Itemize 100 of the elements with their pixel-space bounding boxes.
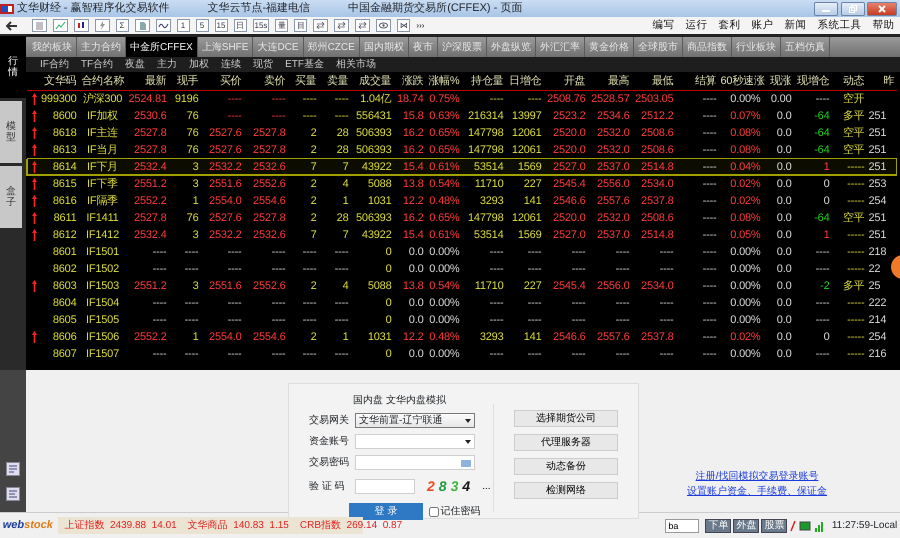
column-header[interactable]: 现手 [168, 72, 200, 90]
menu-item[interactable]: 编写 [652, 18, 674, 34]
menu-item[interactable]: 帮助 [872, 18, 894, 34]
table-cell: 0.75% [426, 90, 462, 107]
minimize-button[interactable] [814, 2, 838, 16]
toolbar-button[interactable]: Σ [116, 19, 128, 32]
column-header[interactable]: 最高 [588, 72, 632, 90]
side-button[interactable]: 检测网络 [514, 482, 618, 499]
side-tab[interactable]: 盒子 [0, 166, 22, 228]
table-cell: 12.2 [394, 328, 426, 345]
market-tab[interactable]: 中金所CFFEX [126, 37, 198, 57]
remember-checkbox[interactable] [428, 506, 438, 516]
login-mode-text: 国内盘 文华内盘模拟 [353, 394, 447, 408]
toolbar-button[interactable]: 1 [176, 19, 190, 32]
checkbox-label[interactable]: 记住密码 [440, 504, 480, 519]
restore-button[interactable] [840, 2, 864, 16]
up-arrow-icon [32, 212, 36, 224]
list-icon[interactable] [6, 462, 20, 476]
column-header[interactable]: 昨 [866, 72, 896, 90]
table-cell: 2551.6 [200, 175, 244, 192]
toolbar-button[interactable] [74, 19, 88, 32]
side-button[interactable]: 选择期货公司 [514, 410, 618, 427]
status-button[interactable]: 股票 [761, 518, 788, 532]
toolbar-button[interactable] [313, 19, 328, 32]
sub-tab[interactable]: 相关市场 [336, 57, 376, 72]
toolbar-button[interactable] [156, 19, 170, 32]
dropdown-field[interactable]: 文华前置-辽宁联通 [355, 413, 475, 428]
side-button[interactable]: 动态备份 [514, 458, 618, 475]
sub-tab[interactable]: IF合约 [40, 57, 69, 72]
report-icon[interactable] [6, 487, 20, 501]
table-cell: 0.0 [762, 277, 794, 294]
table-cell: 2534.6 [588, 107, 632, 124]
side-button[interactable]: 代理服务器 [514, 434, 618, 451]
column-header[interactable]: 成交量 [350, 72, 394, 90]
menu-item[interactable]: 系统工具 [818, 18, 862, 34]
column-header[interactable]: 买量 [288, 72, 318, 90]
side-tab[interactable]: 行情 [0, 36, 26, 98]
menu-item[interactable]: 账户 [752, 18, 774, 34]
column-header[interactable]: 涨幅% [426, 72, 462, 90]
column-header[interactable]: 合约名称 [78, 72, 126, 90]
toolbar-button[interactable]: ⋈ [397, 19, 410, 32]
column-header[interactable]: 文华码 [38, 72, 78, 90]
toolbar-button[interactable]: 目 [294, 19, 308, 32]
status-button[interactable]: 下单 [705, 518, 732, 532]
close-button[interactable] [867, 2, 898, 16]
sub-tab[interactable]: TF合约 [80, 57, 114, 72]
table-cell: 1 [318, 192, 350, 209]
table-cell: ---- [318, 243, 350, 260]
column-header[interactable]: 动态 [832, 72, 866, 90]
more-button[interactable]: ››› [416, 20, 424, 32]
table-cell: ---- [200, 260, 244, 277]
table-cell: ---- [126, 311, 168, 328]
column-header[interactable]: 涨跌 [394, 72, 426, 90]
column-header[interactable]: 持仓量 [462, 72, 506, 90]
table-cell: 16.2 [394, 124, 426, 141]
sub-tab[interactable]: 夜盘 [125, 57, 146, 72]
table-cell: ---- [244, 243, 288, 260]
column-header[interactable]: 现增仓 [794, 72, 832, 90]
table-cell: IF1412 [78, 226, 126, 243]
column-header[interactable]: 日增仓 [506, 72, 544, 90]
column-header[interactable]: 结算 [676, 72, 718, 90]
column-header[interactable]: 开盘 [544, 72, 588, 90]
sub-tab[interactable]: 主力 [157, 57, 178, 72]
back-button[interactable] [6, 20, 18, 30]
menu-item[interactable]: 运行 [686, 18, 708, 34]
login-button[interactable]: 登 录 [349, 503, 423, 520]
sub-tab[interactable]: 加权 [189, 57, 210, 72]
sub-tab[interactable]: 现货 [253, 57, 274, 72]
column-header[interactable]: 最新 [126, 72, 168, 90]
column-header[interactable]: 最低 [632, 72, 676, 90]
menu-item[interactable]: 新闻 [784, 18, 806, 34]
table-cell: ---- [318, 90, 350, 107]
toolbar-button[interactable] [334, 19, 350, 32]
side-tab[interactable]: 模型 [0, 101, 22, 163]
toolbar-button[interactable]: 15 [214, 19, 228, 32]
refresh-link[interactable]: ... [482, 479, 491, 494]
menu-item[interactable]: 套利 [718, 18, 740, 34]
toolbar-button[interactable]: 量 [275, 19, 288, 32]
column-header[interactable]: 60秒速涨 [718, 72, 762, 90]
table-cell: 0.00 [762, 90, 794, 107]
toolbar-button[interactable]: 5 [196, 19, 208, 32]
toolbar-button[interactable] [355, 19, 370, 32]
captcha-field[interactable] [355, 479, 415, 494]
status-button[interactable]: 外盘 [733, 518, 760, 532]
column-header[interactable]: 买价 [200, 72, 244, 90]
link[interactable]: 设置账户资金、手续费、保证金 [687, 484, 827, 499]
link[interactable]: 注册/找回模拟交易登录账号 [687, 469, 827, 484]
sub-tab[interactable]: 连续 [221, 57, 242, 72]
column-header[interactable]: 卖价 [244, 72, 288, 90]
password-field[interactable] [355, 455, 475, 470]
search-field[interactable]: ba [665, 518, 700, 532]
table-cell: ---- [168, 260, 200, 277]
dropdown-field[interactable] [355, 434, 475, 449]
toolbar-button[interactable]: 15s [252, 19, 270, 32]
column-header[interactable]: 卖量 [318, 72, 350, 90]
table-cell: 2527.8 [244, 209, 288, 226]
table-cell: IF加权 [78, 107, 126, 124]
sub-tab[interactable]: ETF基金 [285, 57, 324, 72]
toolbar-button[interactable]: 日 [234, 19, 246, 32]
toolbar-button[interactable] [376, 19, 392, 32]
